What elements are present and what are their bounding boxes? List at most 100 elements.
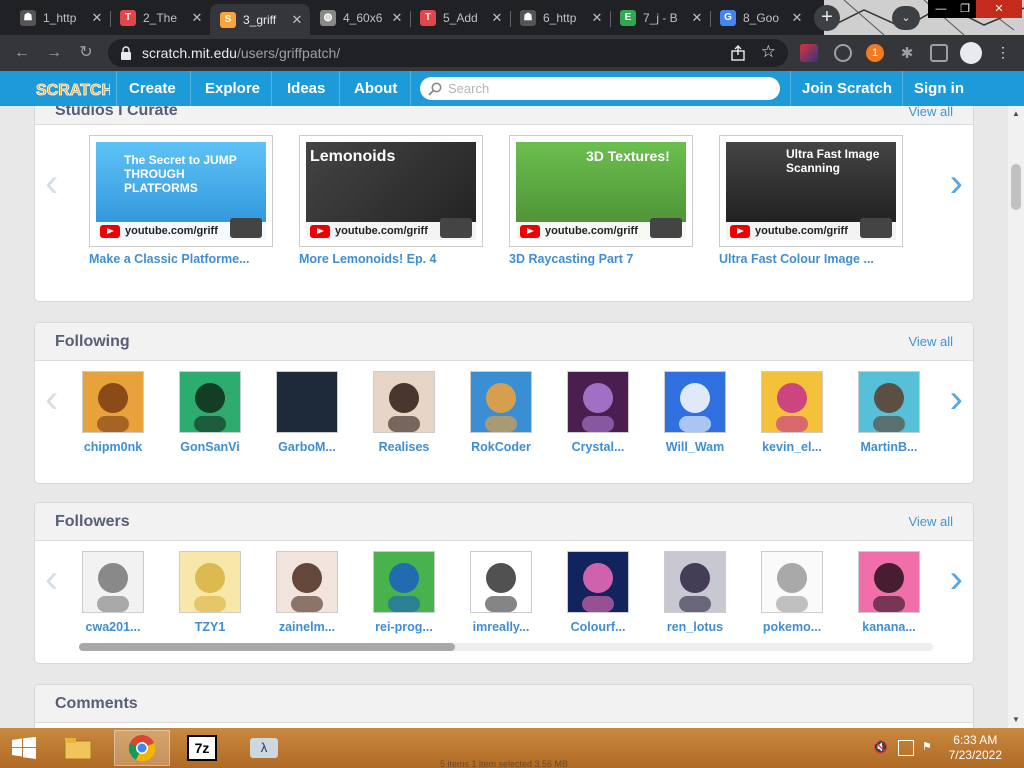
forward-arrow-icon[interactable]: → <box>44 43 64 63</box>
app-taskbar-icon[interactable]: λ <box>236 730 292 766</box>
user-avatar[interactable] <box>567 551 629 613</box>
browser-tab[interactable]: E 7_j - B ✕ <box>610 4 710 31</box>
restore-icon[interactable]: ❐ <box>952 0 978 18</box>
user-avatar[interactable] <box>470 551 532 613</box>
user-card[interactable]: Realises <box>362 371 446 454</box>
user-card[interactable]: kanana... <box>847 551 931 634</box>
username-link[interactable]: imreally... <box>459 620 543 634</box>
new-tab-button[interactable]: + <box>814 5 840 31</box>
studio-title[interactable]: Make a Classic Platforme... <box>89 252 273 266</box>
username-link[interactable]: rei-prog... <box>362 620 446 634</box>
user-card[interactable]: ren_lotus <box>653 551 737 634</box>
user-card[interactable]: zainelm... <box>265 551 349 634</box>
speaker-muted-icon[interactable]: 🔇 <box>873 740 889 756</box>
user-card[interactable]: Will_Wam <box>653 371 737 454</box>
profile-avatar-icon[interactable] <box>960 42 982 64</box>
user-card[interactable]: pokemo... <box>750 551 834 634</box>
followers-scrollbar-thumb[interactable] <box>79 643 455 651</box>
user-avatar[interactable] <box>82 551 144 613</box>
user-avatar[interactable] <box>761 551 823 613</box>
browser-tab[interactable]: T 2_The ✕ <box>110 4 210 31</box>
username-link[interactable]: MartinB... <box>847 440 931 454</box>
nav-ideas[interactable]: Ideas <box>287 71 325 106</box>
user-avatar[interactable] <box>470 371 532 433</box>
extension-icon[interactable] <box>800 44 818 62</box>
studio-card[interactable]: The Secret to JUMP THROUGH PLATFORMS yout… <box>89 135 273 266</box>
user-avatar[interactable] <box>373 371 435 433</box>
username-link[interactable]: kevin_el... <box>750 440 834 454</box>
carousel-right-chevron-icon[interactable]: › <box>950 377 963 422</box>
studio-thumbnail[interactable]: Ultra Fast Image Scanning youtube.com/gri… <box>719 135 903 247</box>
browser-tab[interactable]: T 5_Add ✕ <box>410 4 510 31</box>
user-card[interactable]: imreally... <box>459 551 543 634</box>
close-tab-icon[interactable]: ✕ <box>390 10 404 26</box>
nav-explore[interactable]: Explore <box>205 71 260 106</box>
address-bar[interactable]: scratch.mit.edu/users/griffpatch/ ☆ <box>108 39 788 67</box>
user-card[interactable]: kevin_el... <box>750 371 834 454</box>
carousel-right-chevron-icon[interactable]: › <box>950 557 963 602</box>
close-tab-icon[interactable]: ✕ <box>190 10 204 26</box>
scroll-up-icon[interactable]: ▲ <box>1011 109 1021 119</box>
nav-create[interactable]: Create <box>129 71 176 106</box>
user-card[interactable]: cwa201... <box>71 551 155 634</box>
studio-title[interactable]: 3D Raycasting Part 7 <box>509 252 693 266</box>
username-link[interactable]: cwa201... <box>71 620 155 634</box>
search-input[interactable] <box>448 81 748 96</box>
7zip-taskbar-icon[interactable]: 7z <box>174 730 230 766</box>
network-icon[interactable] <box>898 740 914 756</box>
followers-view-all[interactable]: View all <box>908 514 953 529</box>
user-card[interactable]: GarboM... <box>265 371 349 454</box>
username-link[interactable]: Will_Wam <box>653 440 737 454</box>
user-card[interactable]: Colourf... <box>556 551 640 634</box>
close-window-icon[interactable]: ✕ <box>976 0 1022 18</box>
chrome-taskbar-icon[interactable] <box>114 730 170 766</box>
scratch-logo[interactable]: SCRATCH <box>34 76 110 100</box>
menu-dots-icon[interactable]: ⋮ <box>994 44 1012 62</box>
user-card[interactable]: MartinB... <box>847 371 931 454</box>
user-card[interactable]: chipm0nk <box>71 371 155 454</box>
sign-in-link[interactable]: Sign in <box>914 71 964 106</box>
carousel-left-chevron-icon[interactable]: ‹ <box>45 161 58 206</box>
notification-badge[interactable]: 1 <box>866 44 884 62</box>
search-box[interactable] <box>420 77 780 100</box>
user-card[interactable]: Crystal... <box>556 371 640 454</box>
browser-tab[interactable]: ☗ 6_http ✕ <box>510 4 610 31</box>
browser-tab[interactable]: ☗ 1_http ✕ <box>10 4 110 31</box>
studio-thumbnail[interactable]: The Secret to JUMP THROUGH PLATFORMS yout… <box>89 135 273 247</box>
studio-card[interactable]: Ultra Fast Image Scanning youtube.com/gri… <box>719 135 903 266</box>
studio-title[interactable]: Ultra Fast Colour Image ... <box>719 252 903 266</box>
user-avatar[interactable] <box>179 551 241 613</box>
username-link[interactable]: RokCoder <box>459 440 543 454</box>
puzzle-icon[interactable]: ✱ <box>898 44 916 62</box>
scroll-down-icon[interactable]: ▼ <box>1011 715 1021 725</box>
username-link[interactable]: ren_lotus <box>653 620 737 634</box>
studio-thumbnail[interactable]: Lemonoids youtube.com/griff <box>299 135 483 247</box>
join-scratch-link[interactable]: Join Scratch <box>802 71 892 106</box>
close-tab-icon[interactable]: ✕ <box>790 10 804 26</box>
username-link[interactable]: GarboM... <box>265 440 349 454</box>
sidebar-icon[interactable] <box>930 44 948 62</box>
share-icon[interactable] <box>730 45 746 61</box>
following-view-all[interactable]: View all <box>908 334 953 349</box>
browser-tab[interactable]: S 3_griff ✕ <box>210 4 310 35</box>
studio-title[interactable]: More Lemonoids! Ep. 4 <box>299 252 483 266</box>
system-clock[interactable]: 6:33 AM 7/23/2022 <box>949 733 1002 763</box>
username-link[interactable]: pokemo... <box>750 620 834 634</box>
studio-thumbnail[interactable]: 3D Textures! youtube.com/griff <box>509 135 693 247</box>
browser-tab[interactable]: G 8_Goo ✕ <box>710 4 810 31</box>
user-avatar[interactable] <box>858 371 920 433</box>
username-link[interactable]: chipm0nk <box>71 440 155 454</box>
close-tab-icon[interactable]: ✕ <box>290 12 304 28</box>
username-link[interactable]: TZY1 <box>168 620 252 634</box>
file-explorer-taskbar-icon[interactable] <box>50 730 106 766</box>
followers-scrollbar[interactable] <box>79 643 933 651</box>
carousel-right-chevron-icon[interactable]: › <box>950 161 963 206</box>
studios-view-all[interactable]: View all <box>908 106 953 119</box>
user-avatar[interactable] <box>567 371 629 433</box>
tab-search-chevron-icon[interactable]: ⌄ <box>892 6 920 30</box>
username-link[interactable]: Crystal... <box>556 440 640 454</box>
user-avatar[interactable] <box>82 371 144 433</box>
username-link[interactable]: GonSanVi <box>168 440 252 454</box>
studio-card[interactable]: 3D Textures! youtube.com/griff 3D Raycasti… <box>509 135 693 266</box>
close-tab-icon[interactable]: ✕ <box>90 10 104 26</box>
